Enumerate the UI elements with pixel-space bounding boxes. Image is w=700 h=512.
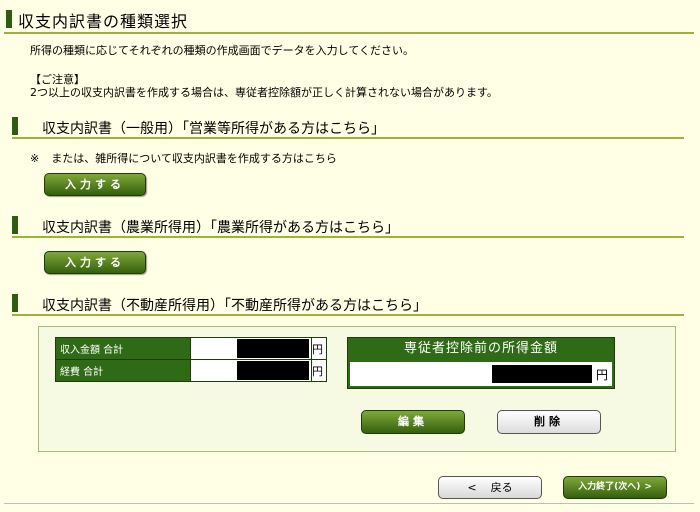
section-title-realestate: 収支内訳書（不動産所得用）「不動産所得がある方はこちら」 (42, 298, 427, 314)
section-realestate: 収支内訳書（不動産所得用）「不動産所得がある方はこちら」 (12, 292, 684, 316)
input-general-button[interactable]: 入力する (44, 173, 146, 196)
back-button[interactable]: < 戻る (438, 476, 542, 499)
chevron-left-icon: < (467, 481, 477, 494)
expense-total-value (190, 359, 312, 382)
edit-button[interactable]: 編集 (361, 410, 465, 434)
section-agriculture: 収支内訳書（農業所得用）「農業所得がある方はこちら」 (12, 214, 684, 238)
back-label: 戻る (490, 481, 513, 494)
page-title: 収支内訳書の種類選択 (18, 12, 189, 31)
section-title-general: 収支内訳書（一般用）「営業等所得がある方はこちら」 (42, 121, 385, 137)
expense-total-label: 経費 合計 (55, 359, 191, 382)
amount-table: 収入金額 合計 円 経費 合計 円 (55, 337, 327, 382)
chevron-right-icon: > (644, 482, 652, 492)
remark-mark: ※ (30, 152, 40, 165)
table-row: 収入金額 合計 円 (55, 337, 327, 360)
yen-unit: 円 (311, 337, 327, 360)
table-row: 経費 合計 円 (55, 359, 327, 382)
next-label: 入力終了(次へ) (578, 482, 641, 492)
redacted-value (237, 361, 309, 380)
redacted-value (492, 365, 592, 383)
section-general: 収支内訳書（一般用）「営業等所得がある方はこちら」 (12, 115, 684, 139)
remark-text: または、雑所得について収支内訳書を作成する方はこちら (51, 152, 337, 165)
section-marker (12, 216, 18, 234)
income-before-deduction-box: 専従者控除前の所得金額 円 (347, 337, 615, 389)
realestate-panel: 収入金額 合計 円 経費 合計 円 専従者控除前の所得金額 円 編集 削除 (38, 326, 676, 452)
redacted-value (237, 339, 309, 358)
note-text: 2つ以上の収支内訳書を作成する場合は、専従者控除額が正しく計算されない場合があり… (30, 86, 498, 99)
revenue-total-value (190, 337, 312, 360)
misc-income-remark: ※ または、雑所得について収支内訳書を作成する方はこちら (30, 150, 337, 166)
delete-button[interactable]: 削除 (497, 410, 601, 434)
income-value: 円 (350, 362, 612, 386)
yen-unit: 円 (595, 368, 608, 382)
header-marker (6, 10, 12, 28)
section-title-agriculture: 収支内訳書（農業所得用）「農業所得がある方はこちら」 (42, 220, 399, 236)
yen-unit: 円 (311, 359, 327, 382)
page-header: 収支内訳書の種類選択 (4, 6, 694, 34)
bottom-divider (4, 503, 694, 504)
section-marker (12, 294, 18, 312)
input-agriculture-button[interactable]: 入力する (44, 251, 146, 274)
revenue-total-label: 収入金額 合計 (55, 337, 191, 360)
section-marker (12, 117, 18, 135)
finish-input-next-button[interactable]: 入力終了(次へ) > (563, 476, 667, 499)
intro-text: 所得の種類に応じてそれぞれの種類の作成画面でデータを入力してください。 (30, 44, 415, 57)
income-title: 専従者控除前の所得金額 (403, 341, 558, 356)
